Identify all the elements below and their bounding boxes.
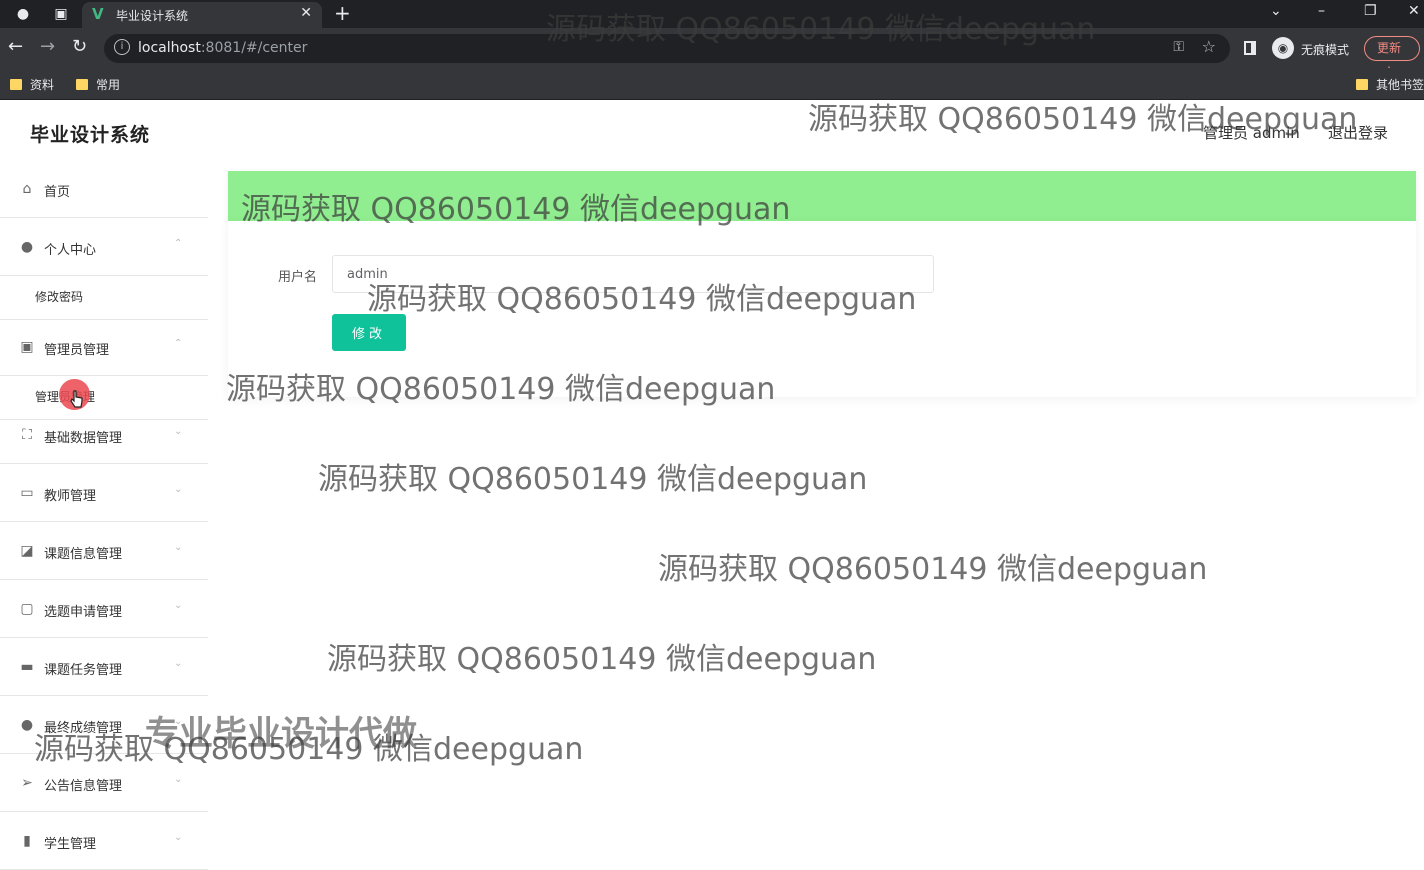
shield-icon: ▣ [20,339,34,355]
current-user: 管理员 admin [1203,124,1300,142]
sidebar-item-label: 课题信息管理 [44,547,123,562]
tab-search-icon[interactable]: ▣ [52,5,70,23]
bookmark-star-icon[interactable]: ☆ [1202,37,1216,56]
sidebar-item-final-grades[interactable]: ● 最终成绩管理 ⌄ [0,696,208,754]
chevron-down-icon: ⌄ [174,484,183,495]
app-root: 毕业设计系统 管理员 admin 退出登录 ⌂ 首页 ● 个人中心 ⌃ 修改密码… [0,100,1424,870]
sidebar-item-topic-applications[interactable]: ▢ 选题申请管理 ⌄ [0,580,208,638]
new-tab-icon[interactable]: + [334,2,351,24]
side-panel-icon[interactable] [1244,41,1256,55]
id-card-icon: ▭ [20,485,34,501]
sidebar-item-label: 最终成绩管理 [44,721,123,736]
monitor-icon: ▬ [20,659,34,675]
folder-icon [10,79,22,90]
sidebar-item-label: 管理员管理 [44,343,110,358]
chevron-down-icon: ⌄ [174,426,183,437]
address-bar[interactable]: i localhost:8081/#/center ⚿ ☆ [104,34,1230,63]
sidebar-item-label: 教师管理 [44,489,97,504]
sidebar-item-topic-tasks[interactable]: ▬ 课题任务管理 ⌄ [0,638,208,696]
tab-title: 毕业设计系统 [116,9,189,23]
sidebar-item-students[interactable]: ▮ 学生管理 ⌄ [0,812,208,870]
restore-icon[interactable]: ❐ [1364,3,1377,19]
sidebar-item-label: 公告信息管理 [44,779,123,794]
other-bookmarks[interactable]: 其他书签 [1356,76,1424,93]
sidebar-item-topics[interactable]: ◪ 课题信息管理 ⌄ [0,522,208,580]
sidebar-item-label: 学生管理 [44,837,97,852]
update-button[interactable]: 更新 ⋮ [1364,36,1420,78]
chevron-down-icon: ⌄ [174,542,183,553]
sidebar-item-home[interactable]: ⌂ 首页 [0,160,208,218]
sidebar-item-teachers[interactable]: ▭ 教师管理 ⌄ [0,464,208,522]
folder-icon [76,79,88,90]
incognito-label: 无痕模式 [1301,43,1350,57]
browser-tab-bar: ● ▣ V 毕业设计系统 ✕ + ⌄ – ❐ ✕ [0,0,1424,28]
submenu-item-label: 修改密码 [35,290,84,304]
chevron-down-icon: ⌄ [174,658,183,669]
expand-icon: ⛶ [22,427,32,443]
bulb-icon: ● [20,717,34,733]
url-text[interactable]: localhost:8081/#/center [138,40,307,56]
bookmarks-bar: 资料 常用 其他书签 [0,68,1424,100]
password-key-icon[interactable]: ⚿ [1173,39,1184,55]
logout-link[interactable]: 退出登录 [1328,122,1388,143]
vue-logo-icon: V [92,5,104,23]
back-icon[interactable]: ← [8,37,23,57]
username-input[interactable] [332,255,934,293]
user-icon: ● [20,239,34,255]
app-logo-title: 毕业设计系统 [30,124,151,146]
bookmark-folder-ziliao[interactable]: 资料 [10,76,54,93]
username-label: 用户名 [278,270,318,285]
browser-toolbar: ← → ↻ i localhost:8081/#/center ⚿ ☆ ◉ 无痕… [0,28,1424,78]
sidebar-item-label: 首页 [44,185,71,200]
sidebar-item-announcements[interactable]: ➢ 公告信息管理 ⌄ [0,754,208,812]
chevron-down-icon: ⌄ [174,774,183,785]
chart-icon: ◪ [20,543,34,559]
tab-list-chevron-icon[interactable]: ⌄ [1270,3,1282,19]
send-icon: ➢ [21,775,33,791]
sidebar-item-label: 课题任务管理 [44,663,123,678]
chevron-down-icon: ⌄ [174,716,183,727]
sidebar: ⌂ 首页 ● 个人中心 ⌃ 修改密码 ▣ 管理员管理 ⌃ 管理员管理 ⛶ 基础数… [0,160,208,870]
chat-icon: ▢ [20,601,34,617]
browser-tab[interactable]: V 毕业设计系统 ✕ [82,2,322,28]
close-window-icon[interactable]: ✕ [1408,3,1420,19]
stats-icon: ▮ [23,833,31,849]
bookmark-folder-changyong[interactable]: 常用 [76,76,120,93]
minimize-icon[interactable]: – [1318,3,1325,19]
submenu-item-change-password[interactable]: 修改密码 [0,276,208,320]
home-icon: ⌂ [22,181,32,197]
chevron-up-icon: ⌃ [174,238,183,249]
globe-icon[interactable]: ● [14,5,32,23]
sidebar-item-label: 基础数据管理 [44,431,123,446]
sidebar-item-admin-management[interactable]: ▣ 管理员管理 ⌃ [0,318,208,376]
reload-icon[interactable]: ↻ [72,37,87,57]
sidebar-item-basic-data[interactable]: ⛶ 基础数据管理 ⌄ [0,406,208,464]
sidebar-item-label: 选题申请管理 [44,605,123,620]
sidebar-item-personal-center[interactable]: ● 个人中心 ⌃ [0,218,208,276]
folder-icon [1356,79,1368,90]
profile-form: 用户名 修改 [228,221,1416,397]
chevron-down-icon: ⌄ [174,832,183,843]
hand-cursor-icon [70,390,83,408]
chevron-up-icon: ⌃ [174,338,183,349]
site-info-icon[interactable]: i [114,39,130,55]
page-banner [228,171,1416,221]
sidebar-item-label: 个人中心 [44,243,97,258]
incognito-icon[interactable]: ◉ [1272,37,1294,59]
close-tab-icon[interactable]: ✕ [300,5,312,21]
submit-button[interactable]: 修改 [332,314,406,351]
forward-icon[interactable]: → [40,37,55,57]
chevron-down-icon: ⌄ [174,600,183,611]
